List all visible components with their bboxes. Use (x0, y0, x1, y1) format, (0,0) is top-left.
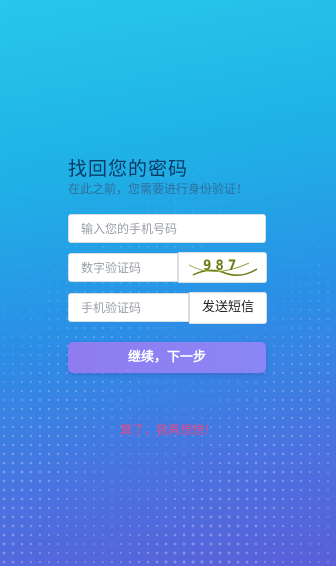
next-step-button[interactable]: 继续，下一步 (68, 342, 266, 373)
captcha-image[interactable]: 987 (178, 252, 267, 283)
sms-code-input[interactable] (69, 294, 188, 321)
background-dot-pattern (0, 0, 336, 566)
send-sms-button[interactable]: 发送短信 (189, 292, 267, 324)
phone-field[interactable] (68, 214, 266, 243)
captcha-input[interactable] (69, 254, 177, 281)
sms-code-field[interactable] (68, 293, 189, 322)
page-title: 找回您的密码 (68, 158, 189, 180)
cancel-link[interactable]: 算了，我再想想！ (0, 421, 336, 438)
phone-input[interactable] (69, 215, 265, 242)
captcha-field[interactable] (68, 253, 178, 282)
page-subtitle: 在此之前，您需要进行身份验证！ (68, 182, 249, 196)
captcha-text: 987 (203, 258, 241, 274)
